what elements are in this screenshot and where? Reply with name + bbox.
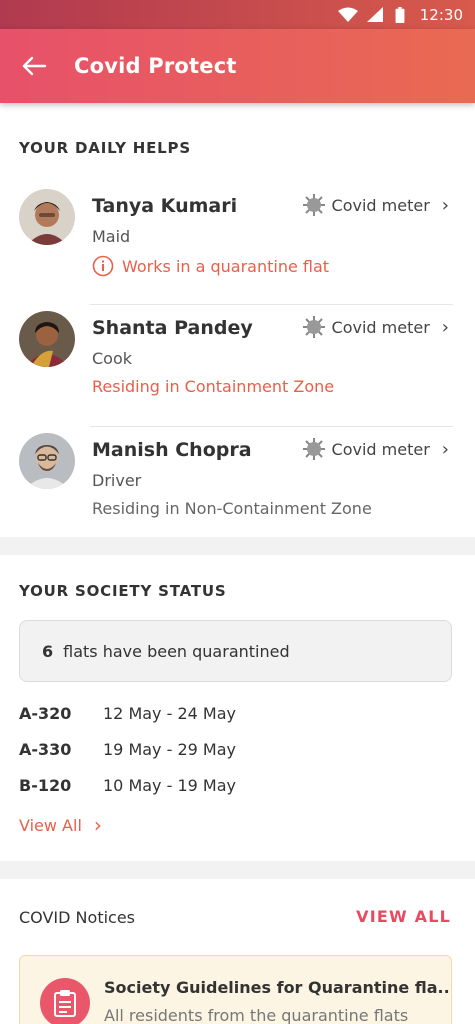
view-all-flats-link[interactable]: View All ›: [19, 813, 102, 837]
app-bar: Covid Protect: [0, 29, 475, 103]
help-role: Driver: [92, 471, 142, 490]
covid-meter-button[interactable]: Covid meter ›: [302, 193, 449, 217]
notice-subtitle: All residents from the quarantine flats: [104, 1006, 409, 1024]
society-status-title: YOUR SOCIETY STATUS: [19, 582, 227, 600]
help-name: Tanya Kumari: [92, 195, 238, 217]
covid-meter-label: Covid meter: [331, 439, 430, 459]
chevron-right-icon: ›: [441, 316, 449, 338]
help-name: Shanta Pandey: [92, 317, 253, 339]
page-title: Covid Protect: [74, 54, 237, 78]
signal-icon: [366, 6, 383, 22]
notice-title: Society Guidelines for Quarantine fla..: [104, 978, 450, 997]
help-item[interactable]: Manish Chopra Driver Residing in Non-Con…: [0, 427, 475, 549]
flat-dates: 10 May - 19 May: [103, 776, 236, 795]
notices-view-all-button[interactable]: VIEW ALL: [356, 907, 451, 926]
chevron-right-icon: ›: [93, 813, 102, 837]
info-icon: [92, 255, 114, 277]
view-all-label: View All: [19, 815, 82, 835]
virus-icon: [302, 194, 325, 216]
status-time: 12:30: [419, 5, 463, 24]
covid-meter-button[interactable]: Covid meter ›: [302, 437, 449, 461]
help-name: Manish Chopra: [92, 439, 252, 461]
flat-row: A-320 12 May - 24 May: [19, 704, 236, 723]
clipboard-icon: [40, 978, 90, 1024]
quarantine-count: 6: [42, 641, 54, 661]
virus-icon: [302, 438, 325, 460]
daily-helps-title: YOUR DAILY HELPS: [19, 139, 191, 157]
chevron-right-icon: ›: [441, 438, 449, 460]
help-item[interactable]: Shanta Pandey Cook Residing in Containme…: [0, 305, 475, 427]
virus-icon: [302, 316, 325, 338]
flat-dates: 19 May - 29 May: [103, 740, 236, 759]
status-bar: 12:30: [0, 0, 475, 29]
back-button[interactable]: [4, 29, 64, 103]
help-item[interactable]: Tanya Kumari Maid Works in a quarantine …: [0, 183, 475, 305]
covid-meter-label: Covid meter: [331, 195, 430, 215]
arrow-left-icon: [22, 56, 47, 76]
avatar: [19, 433, 75, 489]
help-role: Cook: [92, 349, 133, 368]
flat-row: B-120 10 May - 19 May: [19, 776, 236, 795]
daily-helps-card: YOUR DAILY HELPS Tanya Kumari Maid Works…: [0, 103, 475, 537]
help-status-text: Works in a quarantine flat: [122, 256, 330, 276]
notices-title: COVID Notices: [19, 908, 136, 927]
quarantine-text: flats have been quarantined: [63, 641, 290, 661]
flat-number: A-330: [19, 740, 72, 759]
covid-meter-button[interactable]: Covid meter ›: [302, 315, 449, 339]
chevron-right-icon: ›: [441, 194, 449, 216]
flat-dates: 12 May - 24 May: [103, 704, 236, 723]
flat-number: B-120: [19, 776, 72, 795]
covid-meter-label: Covid meter: [331, 317, 430, 337]
wifi-icon: [337, 7, 358, 22]
notice-item[interactable]: Society Guidelines for Quarantine fla.. …: [19, 955, 452, 1024]
flat-number: A-320: [19, 704, 72, 723]
help-status: Works in a quarantine flat: [92, 255, 329, 277]
quarantine-summary: 6 flats have been quarantined: [19, 620, 452, 682]
help-status: Residing in Non-Containment Zone: [92, 499, 372, 518]
help-role: Maid: [92, 227, 131, 246]
battery-icon: [395, 6, 405, 23]
help-status: Residing in Containment Zone: [92, 377, 335, 396]
flat-row: A-330 19 May - 29 May: [19, 740, 236, 759]
avatar: [19, 189, 75, 245]
avatar: [19, 311, 75, 367]
